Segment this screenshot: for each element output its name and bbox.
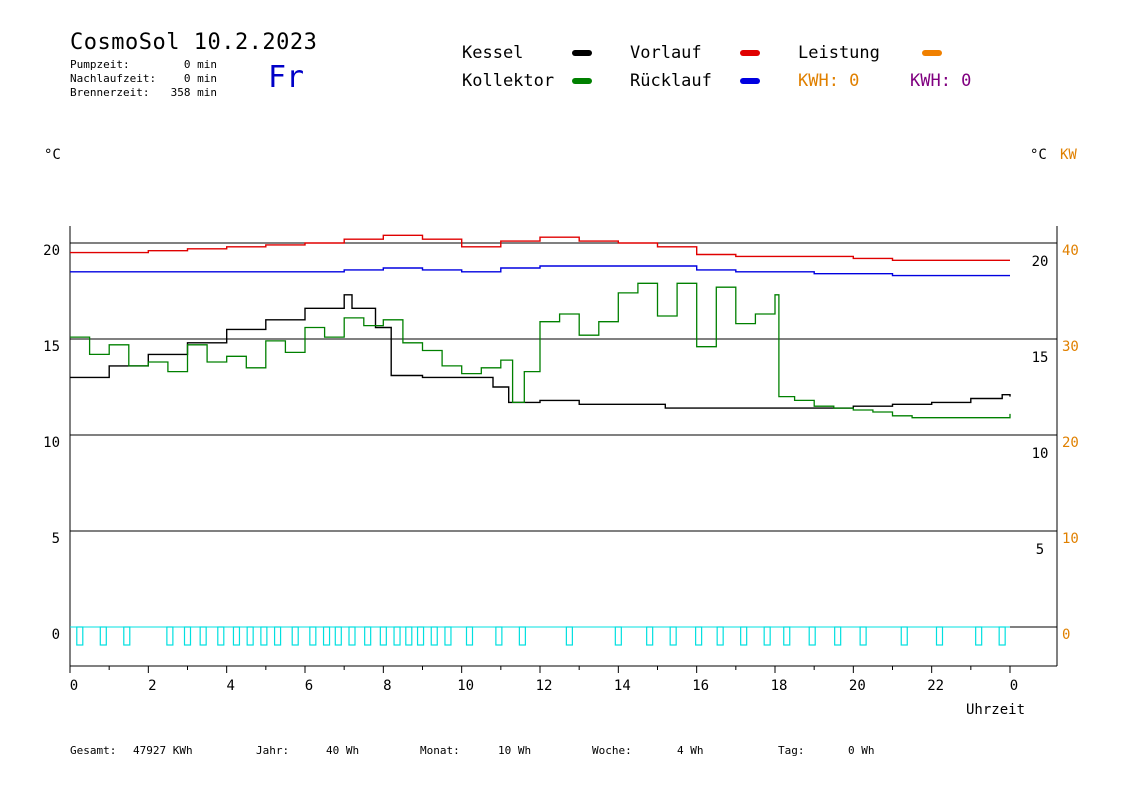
- x-tick-label-4: 8: [383, 678, 391, 694]
- series-leistung-pulse-17: [379, 626, 387, 646]
- series-leistung-pulse-29: [669, 626, 677, 646]
- series-leistung-pulse-37: [859, 626, 867, 646]
- y-left-tick-label-15: 15: [43, 339, 60, 355]
- footer-gesamt-value: 47927 KWh: [133, 744, 193, 757]
- temperature-chart: 0 5 10 15 20 5 10 15 20 0 10 20 30 40 0 2 4 6 8 10 12 14 16 18 2…: [43, 226, 1079, 694]
- series-leistung-pulse-34: [783, 626, 791, 646]
- x-tick-label-8: 16: [692, 678, 709, 694]
- series-leistung-pulse-19: [405, 626, 413, 646]
- series-leistung-pulse-39: [935, 626, 944, 646]
- footer-monat-value: 10 Wh: [498, 744, 532, 757]
- series-leistung-pulse-38: [900, 626, 908, 646]
- series-leistung-pulse-32: [740, 626, 748, 646]
- series-leistung-pulse-2: [123, 626, 131, 646]
- x-tick-label-2: 4: [226, 678, 234, 694]
- series-leistung-pulse-35: [808, 626, 816, 646]
- x-tick-label-10: 20: [849, 678, 866, 694]
- series-vorlauf-line: [70, 234, 1010, 261]
- y-left-tick-label-10: 10: [43, 435, 60, 451]
- series-leistung-pulse-21: [430, 626, 438, 646]
- y-right-c-tick-label-20: 20: [1032, 254, 1049, 270]
- series-leistung-pulse-36: [834, 626, 842, 646]
- series-leistung-pulse-30: [695, 626, 703, 646]
- y-right-kw-tick-label-0: 0: [1062, 627, 1070, 643]
- series-leistung-pulse-28: [646, 626, 654, 646]
- x-tick-label-9: 18: [771, 678, 788, 694]
- y-right-c-tick-label-10: 10: [1032, 446, 1049, 462]
- series-ruecklauf-line: [70, 265, 1010, 277]
- y-right-kw-tick-label-5: 10: [1062, 531, 1079, 547]
- series-leistung-pulse-26: [565, 626, 573, 646]
- footer-tag-value: 0 Wh: [848, 744, 875, 757]
- y-right-kw-tick-label-20: 40: [1062, 243, 1079, 259]
- series-leistung-pulse-20: [416, 626, 425, 646]
- x-tick-label-6: 12: [536, 678, 553, 694]
- series-leistung-pulse-25: [518, 626, 526, 646]
- x-tick-label-0: 0: [70, 678, 78, 694]
- series-leistung-pulse-24: [495, 626, 503, 646]
- y-left-tick-label-0: 0: [52, 627, 60, 643]
- footer-woche-label: Woche:: [592, 744, 632, 757]
- x-tick-label-7: 14: [614, 678, 631, 694]
- series-leistung-pulse-3: [166, 626, 174, 646]
- series-leistung-pulse-7: [232, 626, 241, 646]
- footer-woche-value: 4 Wh: [677, 744, 704, 757]
- series-leistung-pulse-41: [998, 626, 1006, 646]
- series-leistung-pulse-12: [309, 626, 317, 646]
- series-leistung-pulse-9: [260, 626, 268, 646]
- series-leistung-pulse-16: [364, 626, 372, 646]
- series-leistung-pulse-15: [348, 626, 356, 646]
- y-left-tick-label-5: 5: [52, 531, 60, 547]
- series-leistung-pulse-11: [291, 626, 299, 646]
- y-right-kw-tick-label-10: 20: [1062, 435, 1079, 451]
- series-leistung-pulse-13: [322, 626, 331, 646]
- series-leistung-pulse-5: [199, 626, 207, 646]
- footer-gesamt-label: Gesamt:: [70, 744, 117, 757]
- x-tick-label-11: 22: [927, 678, 944, 694]
- series-leistung-pulse-6: [217, 626, 225, 646]
- y-right-c-tick-label-5: 5: [1036, 542, 1044, 558]
- series-leistung-pulse-22: [444, 626, 452, 646]
- x-tick-label-1: 2: [148, 678, 156, 694]
- series-leistung-pulse-4: [183, 626, 192, 646]
- x-tick-label-5: 10: [457, 678, 474, 694]
- y-right-kw-tick-label-15: 30: [1062, 339, 1079, 355]
- series-leistung-pulse-27: [614, 626, 622, 646]
- series-leistung-pulse-18: [393, 626, 401, 646]
- x-tick-label-12: 0: [1010, 678, 1018, 694]
- series-leistung-pulse-0: [76, 626, 84, 646]
- x-tick-label-3: 6: [305, 678, 313, 694]
- y-right-c-tick-label-15: 15: [1032, 350, 1049, 366]
- series-leistung-pulse-1: [99, 626, 107, 646]
- footer-jahr-label: Jahr:: [256, 744, 290, 757]
- footer-jahr-value: 40 Wh: [326, 744, 360, 757]
- y-left-tick-label-20: 20: [43, 243, 60, 259]
- series-leistung-pulse-8: [246, 626, 254, 646]
- footer-tag-label: Tag:: [778, 744, 805, 757]
- footer-monat-label: Monat:: [420, 744, 460, 757]
- series-leistung-pulse-31: [716, 626, 724, 646]
- series-leistung-pulse-23: [465, 626, 474, 646]
- series-leistung-pulse-10: [273, 626, 282, 646]
- series-leistung-pulse-40: [975, 626, 983, 646]
- series-leistung-pulse-33: [763, 626, 771, 646]
- series-kollektor-line: [70, 282, 1011, 419]
- series-leistung-pulse-14: [334, 626, 342, 646]
